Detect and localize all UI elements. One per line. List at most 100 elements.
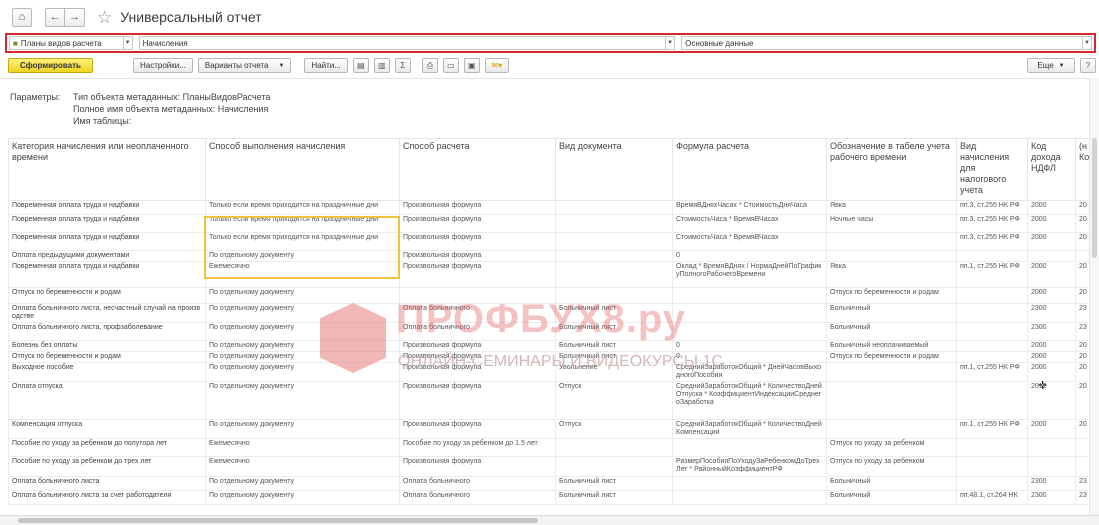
column-header[interactable]: Вид начисления для налогового учета <box>956 138 1028 201</box>
table-cell[interactable]: СреднийЗаработокОбщий * КоличествоДнейОт… <box>672 381 827 420</box>
table-cell[interactable]: 2000 <box>1027 419 1076 439</box>
table-row[interactable]: Повременная оплата труда и надбавки Тольк… <box>8 214 1096 233</box>
table-cell[interactable]: Больничный <box>826 490 957 505</box>
forward-arrow-icon[interactable]: → <box>65 7 85 27</box>
send-mail-icon[interactable]: ✉▾ <box>484 58 509 73</box>
table-cell[interactable] <box>826 419 957 439</box>
vertical-scrollbar[interactable] <box>1089 78 1099 515</box>
chevron-down-icon[interactable]: ▼ <box>1081 37 1091 49</box>
table-cell[interactable]: Больничный лист <box>555 322 673 341</box>
table-cell[interactable]: Ежемесячно <box>205 456 400 477</box>
table-cell[interactable]: Повременная оплата труда и надбавки <box>8 261 206 288</box>
table-cell[interactable]: 2300 <box>1027 476 1076 491</box>
table-row[interactable]: Пособие по уходу за ребенком до полутора… <box>8 438 1096 457</box>
table-cell[interactable] <box>1027 438 1076 457</box>
table-cell[interactable]: Больничный неоплачиваемый <box>826 340 957 352</box>
table-cell[interactable] <box>555 232 673 251</box>
table-cell[interactable]: Произвольная формула <box>399 340 556 352</box>
table-cell[interactable]: пп.1, ст.255 НК РФ <box>956 419 1028 439</box>
table-cell[interactable]: По отдельному документу <box>205 381 400 420</box>
table-cell[interactable]: Произвольная формула <box>399 419 556 439</box>
table-cell[interactable]: Компенсация отпуска <box>8 419 206 439</box>
table-cell[interactable]: По отдельному документу <box>205 351 400 363</box>
table-cell[interactable] <box>956 303 1028 323</box>
table-cell[interactable] <box>956 287 1028 304</box>
table-cell[interactable]: Только если время приходится на празднич… <box>205 214 400 233</box>
table-cell[interactable]: Повременная оплата труда и надбавки <box>8 232 206 251</box>
chevron-down-icon[interactable]: ▼ <box>122 37 132 49</box>
table-row[interactable]: Компенсация отпуска По отдельному докумен… <box>8 419 1096 439</box>
table-cell[interactable] <box>956 250 1028 262</box>
column-header[interactable]: Способ расчета <box>399 138 556 201</box>
table-cell[interactable]: Отпуск по уходу за ребенком <box>826 456 957 477</box>
column-header[interactable]: Способ выполнения начисления <box>205 138 400 201</box>
table-row[interactable]: Оплата больничного листа По отдельному до… <box>8 476 1096 491</box>
table-cell[interactable]: Увольнение <box>555 362 673 382</box>
find-button[interactable]: Найти... <box>304 58 348 73</box>
table-cell[interactable]: По отдельному документу <box>205 362 400 382</box>
object-select[interactable]: Начисления ▼ <box>138 36 676 50</box>
table-cell[interactable]: Явка <box>826 200 957 215</box>
table-cell[interactable] <box>672 438 827 457</box>
table-cell[interactable]: Оплата больничного листа, профзаболевани… <box>8 322 206 341</box>
table-cell[interactable]: Больничный лист <box>555 340 673 352</box>
table-cell[interactable]: Больничный <box>826 303 957 323</box>
table-cell[interactable]: Больничный лист <box>555 351 673 363</box>
table-cell[interactable]: СтоимостьЧаса * ВремяВЧасах <box>672 214 827 233</box>
table-row[interactable]: Оплата больничного листа за счет работод… <box>8 490 1096 505</box>
table-cell[interactable]: Ежемесячно <box>205 438 400 457</box>
table-cell[interactable]: Пособие по уходу за ребенком до 1.5 лет <box>399 438 556 457</box>
column-header[interactable]: Обозначение в табеле учета рабочего врем… <box>826 138 957 201</box>
table-cell[interactable] <box>555 261 673 288</box>
table-cell[interactable]: Произвольная формула <box>399 232 556 251</box>
table-cell[interactable] <box>826 232 957 251</box>
table-row[interactable]: Отпуск по беременности и родам По отдельн… <box>8 287 1096 304</box>
table-cell[interactable]: Оплата больничного листа, несчастный слу… <box>8 303 206 323</box>
back-arrow-icon[interactable]: ← <box>45 7 65 27</box>
table-cell[interactable]: пп.3, ст.255 НК РФ <box>956 214 1028 233</box>
table-cell[interactable]: СреднийЗаработокОбщий * КоличествоДнейКо… <box>672 419 827 439</box>
table-cell[interactable]: 0 <box>672 351 827 363</box>
table-cell[interactable]: пп.1, ст.255 НК РФ <box>956 362 1028 382</box>
column-header[interactable]: Вид документа <box>555 138 673 201</box>
object-type-select[interactable]: ■ Планы видов расчета ▼ <box>9 36 133 50</box>
report-variants-button[interactable]: Варианты отчета ▼ <box>197 58 292 73</box>
table-cell[interactable] <box>555 214 673 233</box>
vertical-scroll-thumb[interactable] <box>1092 138 1097 258</box>
table-cell[interactable]: СтоимостьЧаса * ВремяВЧасах <box>672 232 827 251</box>
table-cell[interactable]: 2000 <box>1027 214 1076 233</box>
table-cell[interactable]: Болезнь без оплаты <box>8 340 206 352</box>
table-select[interactable]: Основные данные ▼ <box>681 36 1092 50</box>
column-header[interactable]: Формула расчета <box>672 138 827 201</box>
print-icon[interactable]: ⎙ <box>421 58 438 73</box>
table-row[interactable]: Болезнь без оплаты По отдельному документ… <box>8 340 1096 352</box>
table-cell[interactable]: По отдельному документу <box>205 340 400 352</box>
table-row[interactable]: Пособие по уходу за ребенком до трех лет… <box>8 456 1096 477</box>
settings-button[interactable]: Настройки... <box>133 58 193 73</box>
table-cell[interactable]: Ежемесячно <box>205 261 400 288</box>
table-cell[interactable] <box>1027 250 1076 262</box>
table-cell[interactable]: Больничный лист <box>555 490 673 505</box>
table-cell[interactable]: Произвольная формула <box>399 456 556 477</box>
table-cell[interactable]: Оплата отпуска <box>8 381 206 420</box>
table-cell[interactable] <box>672 287 827 304</box>
table-cell[interactable]: 2000 <box>1027 362 1076 382</box>
table-cell[interactable]: Оплата больничного <box>399 476 556 491</box>
horizontal-scroll-thumb[interactable] <box>18 518 538 523</box>
table-cell[interactable]: Пособие по уходу за ребенком до полутора… <box>8 438 206 457</box>
table-cell[interactable]: Ночные часы <box>826 214 957 233</box>
table-cell[interactable] <box>826 381 957 420</box>
home-icon[interactable]: ⌂ <box>12 7 32 27</box>
table-cell[interactable]: Повременная оплата труда и надбавки <box>8 200 206 215</box>
more-button[interactable]: Еще ▼ <box>1027 58 1075 73</box>
collapse-groups-icon[interactable]: ▥ <box>373 58 390 73</box>
table-cell[interactable] <box>672 476 827 491</box>
table-cell[interactable] <box>956 476 1028 491</box>
table-cell[interactable] <box>956 438 1028 457</box>
table-cell[interactable]: Больничный лист <box>555 303 673 323</box>
table-row[interactable]: Повременная оплата труда и надбавки Тольк… <box>8 200 1096 215</box>
table-cell[interactable] <box>399 287 556 304</box>
table-cell[interactable]: Отпуск по уходу за ребенком <box>826 438 957 457</box>
table-cell[interactable] <box>956 322 1028 341</box>
table-cell[interactable] <box>956 381 1028 420</box>
